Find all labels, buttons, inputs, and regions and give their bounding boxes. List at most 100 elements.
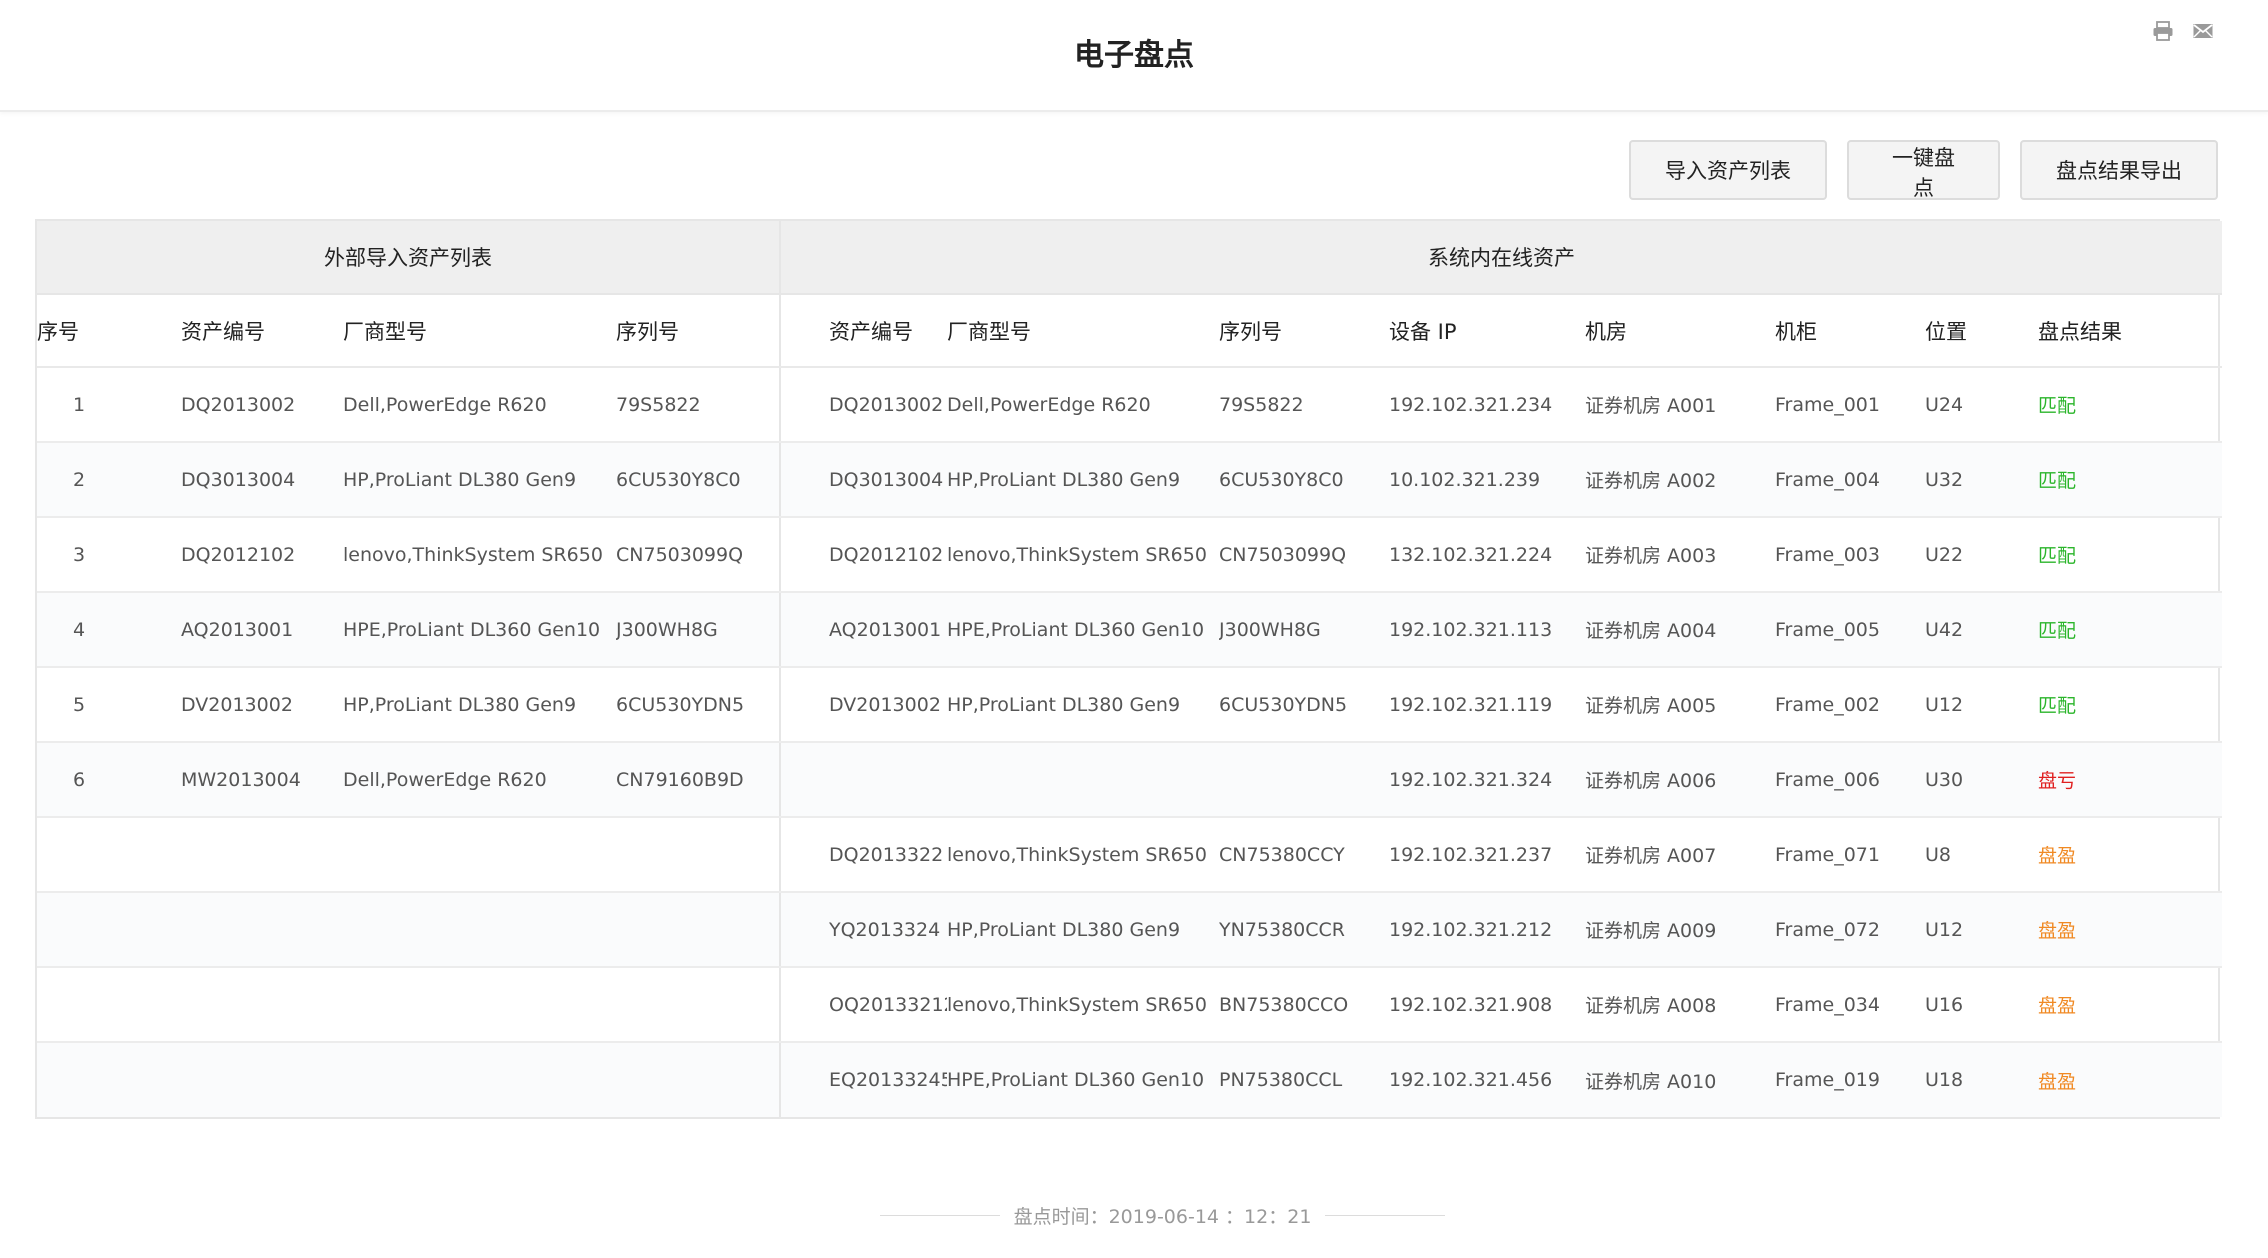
- table-cell: 192.102.321.908: [1389, 967, 1585, 1043]
- table-cell: lenovo,ThinkSystem SR650: [947, 817, 1219, 893]
- table-cell: 证券机房 A005: [1585, 667, 1775, 743]
- table-cell: 1: [37, 367, 181, 443]
- table-cell: [1219, 742, 1389, 818]
- table-row: EQ20133245 HPE,ProLiant DL360 Gen10 PN7538…: [37, 1042, 2222, 1117]
- table-cell: 6CU530YDN5: [1219, 667, 1389, 743]
- table-cell: U8: [1925, 817, 2038, 893]
- table-cell: [37, 892, 181, 968]
- table-cell: 证券机房 A002: [1585, 442, 1775, 518]
- table-cell: Dell,PowerEdge R620: [343, 742, 616, 818]
- table-cell: CN7503099Q: [1219, 517, 1389, 593]
- check-result-cell: 匹配: [2038, 592, 2222, 668]
- table-cell: AQ2013001: [780, 592, 947, 668]
- table-cell: [343, 817, 616, 893]
- table-cell: 5: [37, 667, 181, 743]
- table-cell: Frame_002: [1775, 667, 1925, 743]
- table-cell: HP,ProLiant DL380 Gen9: [947, 667, 1219, 743]
- table-cell: 证券机房 A001: [1585, 367, 1775, 443]
- table-cell: [181, 817, 343, 893]
- mail-icon[interactable]: [2192, 20, 2214, 42]
- table-cell: CN7503099Q: [616, 517, 781, 593]
- table-cell: Frame_006: [1775, 742, 1925, 818]
- column-header: 盘点结果: [2038, 294, 2222, 368]
- export-result-button[interactable]: 盘点结果导出: [2020, 140, 2218, 200]
- table-cell: [37, 967, 181, 1043]
- table-cell: 79S5822: [616, 367, 781, 443]
- column-header: 资产编号: [181, 294, 343, 368]
- table-body: 1 DQ2013002 Dell,PowerEdge R620 79S5822 DQ20…: [37, 367, 2222, 1117]
- table-cell: Frame_001: [1775, 367, 1925, 443]
- table-cell: U18: [1925, 1042, 2038, 1117]
- footer: 盘点时间：2019-06-14 ：12：21: [880, 1200, 1445, 1230]
- table-cell: 132.102.321.224: [1389, 517, 1585, 593]
- column-header: 资产编号: [780, 294, 947, 368]
- table-cell: [616, 817, 781, 893]
- table-cell: 3: [37, 517, 181, 593]
- check-result-cell: 盘亏: [2038, 742, 2222, 818]
- table-cell: YQ2013324: [780, 892, 947, 968]
- table-row: DQ2013322 lenovo,ThinkSystem SR650 CN75380…: [37, 817, 2222, 893]
- footer-divider: [880, 1214, 1000, 1216]
- check-result-cell: 盘盈: [2038, 892, 2222, 968]
- table-cell: [343, 892, 616, 968]
- page-title: 电子盘点: [1074, 38, 1194, 73]
- table-cell: 证券机房 A008: [1585, 967, 1775, 1043]
- table-cell: 6: [37, 742, 181, 818]
- table-cell: Frame_072: [1775, 892, 1925, 968]
- table-cell: BN75380CCO: [1219, 967, 1389, 1043]
- table-row: 4 AQ2013001 HPE,ProLiant DL360 Gen10 J300WH…: [37, 592, 2222, 668]
- table-cell: 证券机房 A006: [1585, 742, 1775, 818]
- table-cell: HP,ProLiant DL380 Gen9: [947, 892, 1219, 968]
- table-cell: HP,ProLiant DL380 Gen9: [343, 442, 616, 518]
- table-cell: 192.102.321.113: [1389, 592, 1585, 668]
- table-cell: Frame_019: [1775, 1042, 1925, 1117]
- table-cell: U30: [1925, 742, 2038, 818]
- table-cell: PN75380CCL: [1219, 1042, 1389, 1117]
- table-cell: 6CU530Y8C0: [1219, 442, 1389, 518]
- page-header: 电子盘点: [0, 0, 2268, 112]
- table-cell: HPE,ProLiant DL360 Gen10: [947, 1042, 1219, 1117]
- column-header: 厂商型号: [343, 294, 616, 368]
- table-cell: J300WH8G: [1219, 592, 1389, 668]
- table-cell: [616, 967, 781, 1043]
- table-cell: [181, 1042, 343, 1117]
- one-click-check-button[interactable]: 一键盘点: [1847, 140, 2000, 200]
- table-cell: 6CU530Y8C0: [616, 442, 781, 518]
- printer-icon[interactable]: [2152, 20, 2174, 42]
- check-result-cell: 匹配: [2038, 517, 2222, 593]
- header-actions: [2152, 20, 2214, 42]
- table-cell: OQ201332123: [780, 967, 947, 1043]
- table-cell: AQ2013001: [181, 592, 343, 668]
- table-cell: [181, 892, 343, 968]
- table-cell: [37, 1042, 181, 1117]
- group-header-external: 外部导入资产列表: [37, 221, 781, 295]
- table-cell: 2: [37, 442, 181, 518]
- column-header: 机房: [1585, 294, 1775, 368]
- table-row: 6 MW2013004 Dell,PowerEdge R620 CN79160B9D 1…: [37, 742, 2222, 818]
- table-cell: MW2013004: [181, 742, 343, 818]
- table-cell: Dell,PowerEdge R620: [947, 367, 1219, 443]
- table-cell: [343, 1042, 616, 1117]
- table-cell: 192.102.321.237: [1389, 817, 1585, 893]
- table-cell: CN75380CCY: [1219, 817, 1389, 893]
- table-cell: [616, 892, 781, 968]
- check-timestamp: 盘点时间：2019-06-14 ：12：21: [1013, 1205, 1312, 1228]
- table-cell: 6CU530YDN5: [616, 667, 781, 743]
- table-cell: Frame_003: [1775, 517, 1925, 593]
- table-row: 3 DQ2012102 lenovo,ThinkSystem SR650 CN7503…: [37, 517, 2222, 593]
- column-header: 序列号: [616, 294, 781, 368]
- import-asset-list-button[interactable]: 导入资产列表: [1629, 140, 1827, 200]
- table-cell: [947, 742, 1219, 818]
- inventory-table: 外部导入资产列表 系统内在线资产 序号 资产编号 厂商型号 序列号 资产编号 厂…: [35, 219, 2222, 1119]
- table-cell: HP,ProLiant DL380 Gen9: [343, 667, 616, 743]
- table-cell: [616, 1042, 781, 1117]
- table-cell: 证券机房 A007: [1585, 817, 1775, 893]
- table-cell: DQ2012102: [780, 517, 947, 593]
- table-row: OQ201332123lenovo,ThinkSystem SR650BN753…: [37, 967, 2222, 1043]
- table-cell: DV2013002: [181, 667, 343, 743]
- check-result-cell: 盘盈: [2038, 967, 2222, 1043]
- table-cell: 4: [37, 592, 181, 668]
- table-row: 2 DQ3013004 HP,ProLiant DL380 Gen9 6CU530Y8…: [37, 442, 2222, 518]
- table-cell: U22: [1925, 517, 2038, 593]
- table-row: YQ2013324 HP,ProLiant DL380 Gen9 YN75380CC…: [37, 892, 2222, 968]
